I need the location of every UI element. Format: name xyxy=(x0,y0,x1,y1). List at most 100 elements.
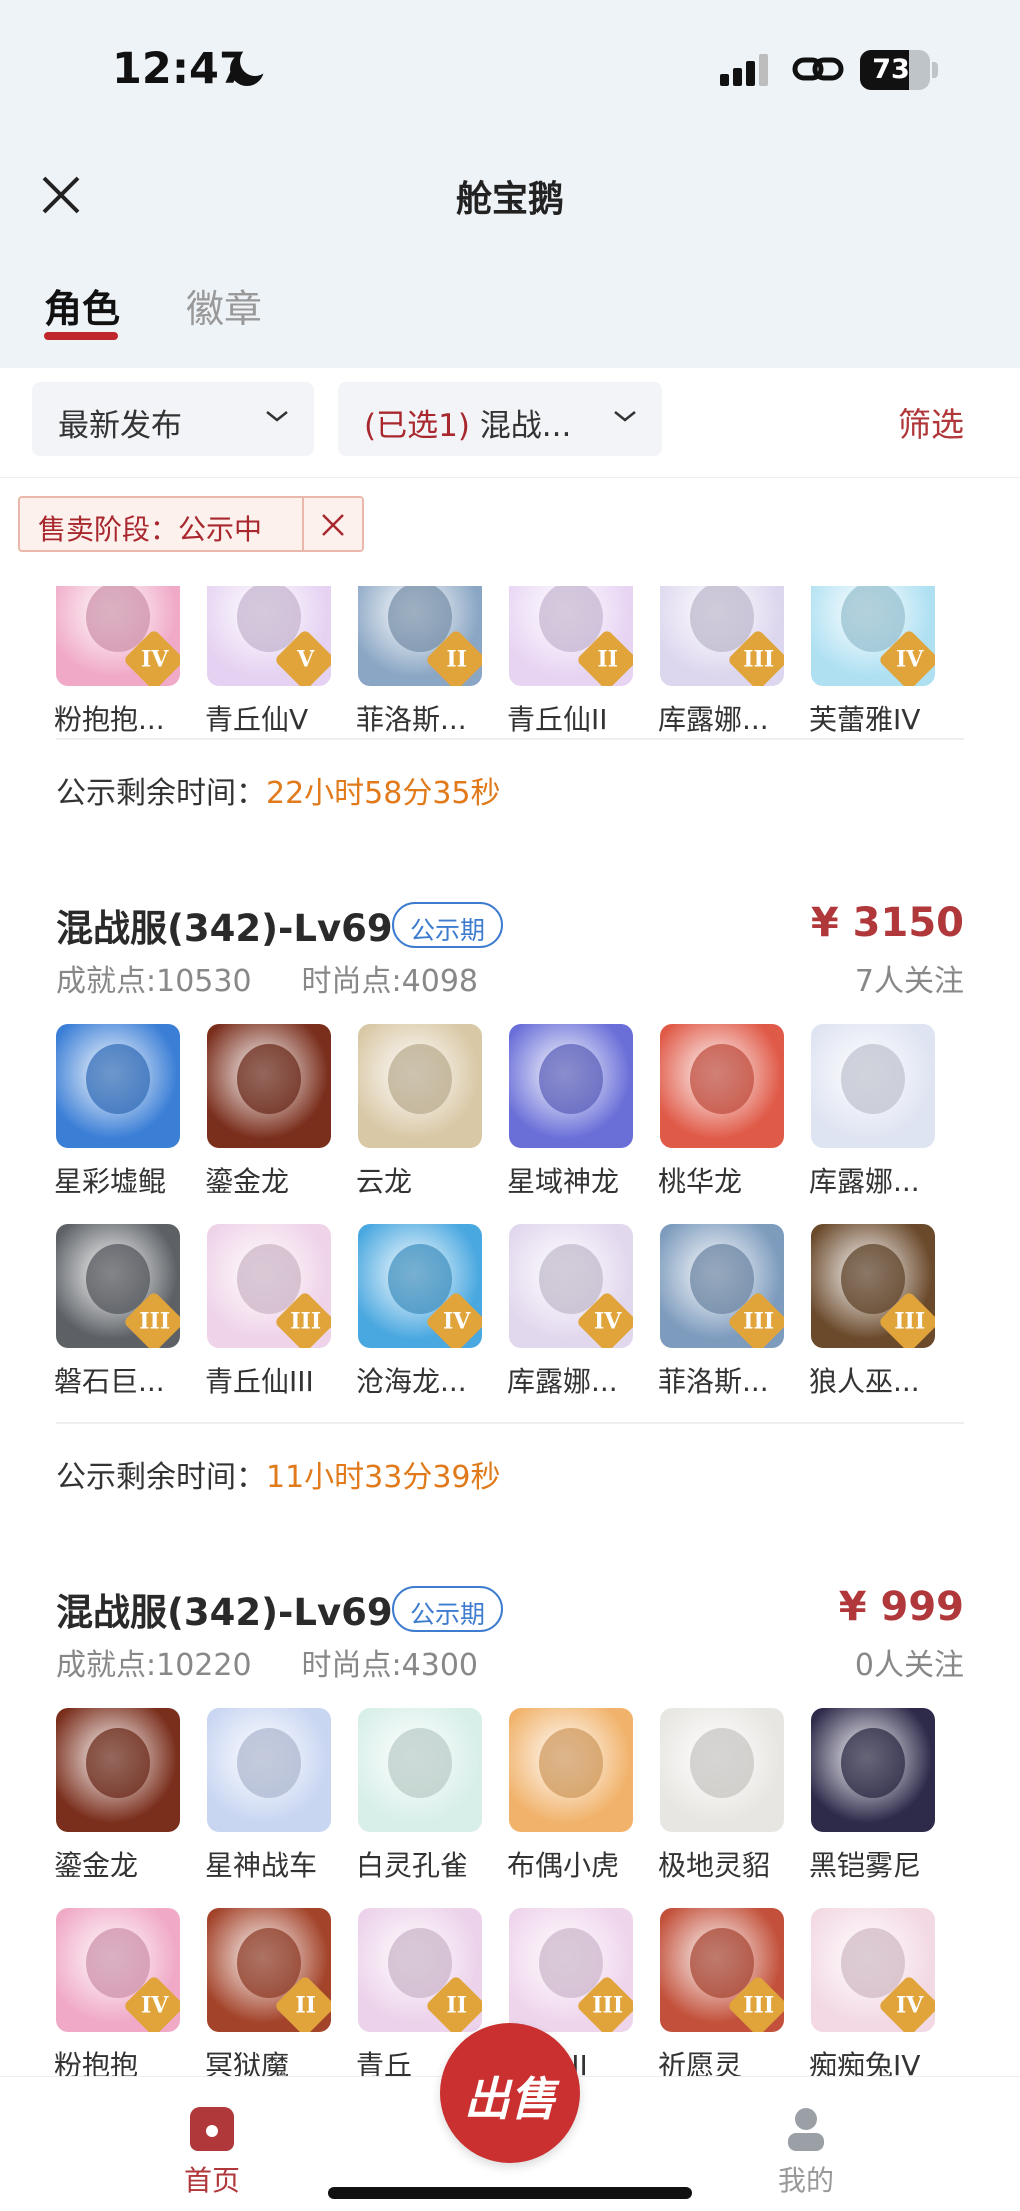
rank-label: III xyxy=(743,1992,775,2019)
listing-stats: 成就点:10530 时尚点:4098 xyxy=(56,956,478,1000)
bottom-nav: 首页 出售 我的 xyxy=(0,2023,1020,2211)
rank-label: III xyxy=(139,1308,171,1335)
item-tile[interactable]: II 菲洛斯... xyxy=(330,586,482,752)
tab-badges[interactable]: 徽章 xyxy=(186,278,262,333)
server-dropdown[interactable]: (已选1) 混战... xyxy=(338,382,662,456)
item-tile[interactable]: III 青丘仙III xyxy=(179,1224,331,1414)
item-tile[interactable]: II 青丘仙II xyxy=(481,586,633,752)
item-name: 祈愿灵 xyxy=(658,2049,743,2076)
follower-count: 7人关注 xyxy=(854,964,964,999)
item-name: 沧海龙... xyxy=(356,1365,467,1398)
listing-title: 混战服(342)-Lv69 xyxy=(56,907,393,950)
status-bar: 12:47 73 xyxy=(0,0,1020,140)
item-tile[interactable]: IV 沧海龙... xyxy=(330,1224,482,1414)
profile-icon[interactable] xyxy=(786,2107,826,2153)
item-tile[interactable]: 黑铠雾尼 xyxy=(783,1708,935,1898)
remove-filter-icon[interactable] xyxy=(320,512,346,538)
achievement-points: 成就点:10220 xyxy=(56,1648,252,1683)
item-tile[interactable]: 星域神龙 xyxy=(481,1024,633,1214)
nav-home-label[interactable]: 首页 xyxy=(184,2159,240,2199)
listing-card[interactable]: 混战服(342)-Lv69 公示期 ¥ 3150 成就点:10530 时尚点:40… xyxy=(0,898,1020,1428)
follower-count: 0人关注 xyxy=(854,1648,964,1683)
battery-level: 73 xyxy=(872,54,910,85)
item-tile[interactable]: II 冥狱魔 xyxy=(179,1908,331,2076)
rank-label: II xyxy=(597,646,619,673)
item-name: 云龙 xyxy=(356,1165,413,1198)
active-filter-chip: 售卖阶段：公示中 xyxy=(18,496,364,552)
fox-fairy-avatar-icon: V xyxy=(207,586,331,686)
item-tile[interactable]: IV 痴痴兔IV xyxy=(783,1908,935,2076)
item-tile[interactable]: 星彩墟鲲 xyxy=(28,1024,180,1214)
item-tile[interactable]: III 狼人巫... xyxy=(783,1224,935,1414)
rank-label: II xyxy=(446,1992,468,2019)
bunny-avatar-icon: IV xyxy=(811,1908,935,2032)
item-tile[interactable]: IV 粉抱抱... xyxy=(28,586,180,752)
rank-label: III xyxy=(894,1308,926,1335)
battery-tip xyxy=(932,62,938,78)
crowned-girl-avatar-icon: IV xyxy=(811,586,935,686)
item-tile[interactable]: II 青丘 xyxy=(330,1908,482,2076)
item-tile[interactable]: IV 库露娜... xyxy=(481,1224,633,1414)
countdown-value: 11小时33分39秒 xyxy=(266,1460,501,1495)
item-name: 库露娜... xyxy=(658,703,769,736)
item-tile[interactable]: 桃华龙 xyxy=(632,1024,784,1214)
peach-dragon-mount-icon xyxy=(660,1024,784,1148)
listing-title: 混战服(342)-Lv69 xyxy=(56,1591,393,1634)
item-name: 冥狱魔 xyxy=(205,2049,290,2076)
item-tile[interactable]: 鎏金龙 xyxy=(179,1024,331,1214)
item-tile[interactable]: V 青丘仙V xyxy=(179,586,331,752)
rank-label: IV xyxy=(594,1308,622,1335)
item-name: 粉抱抱... xyxy=(54,703,165,736)
item-tile[interactable]: IV 芙蕾雅IV xyxy=(783,586,935,752)
rank-label: II xyxy=(446,646,468,673)
countdown: 公示剩余时间：22小时58分35秒 xyxy=(56,768,501,812)
silver-hair-girl-avatar-icon: IV xyxy=(509,1224,633,1348)
item-name: 桃华龙 xyxy=(658,1165,743,1198)
item-name: 鎏金龙 xyxy=(205,1165,290,1198)
item-name: 粉抱抱 xyxy=(54,2049,139,2076)
server-dropdown-label: 混战... xyxy=(479,408,572,444)
listing-card[interactable]: 混战服(342)-Lv69 公示期 ¥ 999 成就点:10220 时尚点:430… xyxy=(0,1582,1020,2076)
silver-hair-girl-avatar-icon: III xyxy=(660,586,784,686)
fox-fairy-avatar-icon: II xyxy=(358,1908,482,2032)
golden-dragon-mount-icon xyxy=(56,1708,180,1832)
fox-fairy-avatar-icon: III xyxy=(207,1224,331,1348)
cellular-signal-icon xyxy=(720,54,772,86)
item-name: 库露娜... xyxy=(507,1365,618,1398)
item-tile[interactable]: 鎏金龙 xyxy=(28,1708,180,1898)
item-tile[interactable]: 白灵孔雀 xyxy=(330,1708,482,1898)
rank-label: III xyxy=(290,1308,322,1335)
plush-tiger-mount-icon xyxy=(509,1708,633,1832)
item-tile[interactable]: 星神战车 xyxy=(179,1708,331,1898)
tab-roles[interactable]: 角色 xyxy=(44,278,120,333)
item-tile[interactable]: 云龙 xyxy=(330,1024,482,1214)
silver-hair-girl-avatar-icon xyxy=(811,1024,935,1148)
item-tile[interactable]: 库露娜... xyxy=(783,1024,935,1214)
pink-bear-avatar-icon: IV xyxy=(56,586,180,686)
item-tile[interactable]: IV 粉抱抱 xyxy=(28,1908,180,2076)
item-name: 芙蕾雅IV xyxy=(809,703,921,736)
sort-dropdown[interactable]: 最新发布 xyxy=(32,382,314,456)
sell-button-label: 出售 xyxy=(464,2072,556,2126)
rank-label: IV xyxy=(443,1308,471,1335)
sell-button[interactable]: 出售 xyxy=(440,2023,580,2163)
chevron-down-icon xyxy=(614,411,636,422)
item-name: 星彩墟鲲 xyxy=(54,1165,167,1198)
item-tile[interactable]: III 菲洛斯... xyxy=(632,1224,784,1414)
wish-spirit-avatar-icon: III xyxy=(660,1908,784,2032)
item-tile[interactable]: III 祈愿灵 xyxy=(632,1908,784,2076)
filter-button[interactable]: 筛选 xyxy=(898,398,964,446)
nav-me-label[interactable]: 我的 xyxy=(778,2159,834,2199)
item-tile[interactable]: 布偶小虎 xyxy=(481,1708,633,1898)
status-time: 12:47 xyxy=(112,44,249,94)
listing-stats: 成就点:10220 时尚点:4300 xyxy=(56,1640,478,1684)
item-tile[interactable]: 极地灵貂 xyxy=(632,1708,784,1898)
home-icon[interactable] xyxy=(190,2107,234,2151)
listing-price: ¥ 3150 xyxy=(810,900,964,946)
item-tile[interactable]: III 磐石巨... xyxy=(28,1224,180,1414)
item-tile[interactable]: III 库露娜... xyxy=(632,586,784,752)
polar-ferret-mount-icon xyxy=(660,1708,784,1832)
countdown-value: 22小时58分35秒 xyxy=(266,776,501,811)
rank-label: III xyxy=(592,1992,624,2019)
fashion-points: 时尚点:4098 xyxy=(301,964,479,999)
